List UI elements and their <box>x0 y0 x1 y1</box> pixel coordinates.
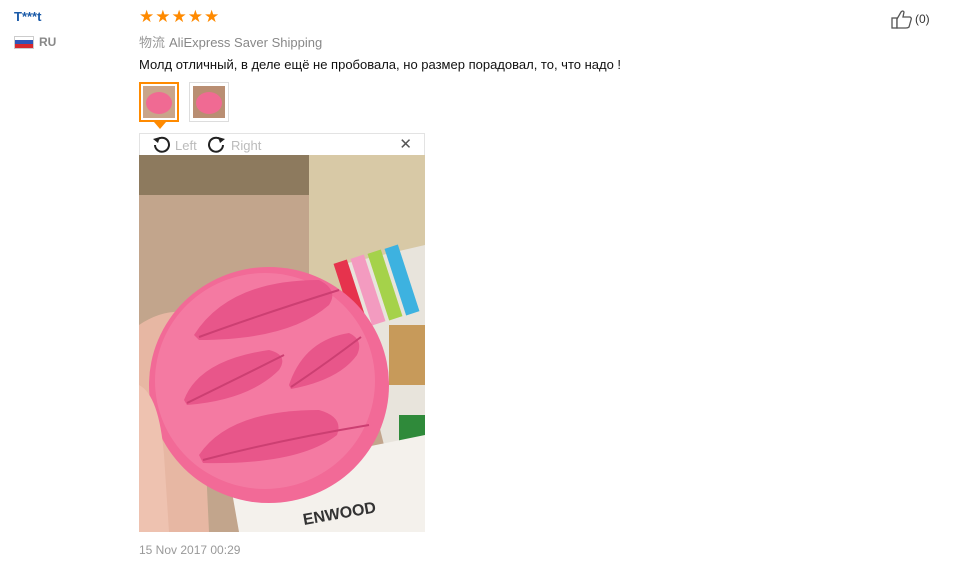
rotate-right-icon <box>208 136 225 153</box>
review-thumbnails <box>139 82 229 122</box>
shipping-label: 物流 <box>139 35 166 50</box>
active-thumbnail-pointer <box>154 122 166 129</box>
rotate-left-button[interactable]: Left <box>150 135 197 155</box>
review-thumbnail[interactable] <box>139 82 179 122</box>
rotate-left-label: Left <box>175 137 197 153</box>
shipping-info: 物流 AliExpress Saver Shipping <box>139 32 322 51</box>
russia-flag-icon <box>14 35 34 49</box>
shipping-method: AliExpress Saver Shipping <box>169 35 323 50</box>
helpful-button[interactable]: (0) <box>891 9 930 29</box>
review-text: Молд отличный, в деле ещё не пробовала, … <box>139 57 622 72</box>
review-photo: ENWOOD <box>139 155 425 532</box>
reviewer-name[interactable]: T***t <box>14 9 41 24</box>
star-icon: ★ <box>139 7 155 26</box>
star-icon: ★ <box>204 7 220 26</box>
star-icon: ★ <box>187 7 203 26</box>
star-icon: ★ <box>155 7 171 26</box>
star-rating: ★ ★ ★ ★ ★ <box>139 8 219 25</box>
rotate-right-button[interactable]: Right <box>206 135 261 155</box>
rotate-right-label: Right <box>231 137 262 153</box>
star-icon: ★ <box>171 7 187 26</box>
close-icon[interactable]: ✕ <box>399 135 412 153</box>
review-date: 15 Nov 2017 00:29 <box>139 543 241 557</box>
image-viewer-toolbar: Left Right ✕ <box>139 133 425 155</box>
reviewer-country: RU <box>14 35 56 49</box>
silicone-mold-photo: ENWOOD <box>139 155 425 532</box>
thumbs-up-icon <box>891 10 912 29</box>
rotate-left-icon <box>153 136 170 153</box>
review-thumbnail[interactable] <box>189 82 229 122</box>
country-code: RU <box>39 35 57 49</box>
helpful-count: (0) <box>915 12 930 26</box>
